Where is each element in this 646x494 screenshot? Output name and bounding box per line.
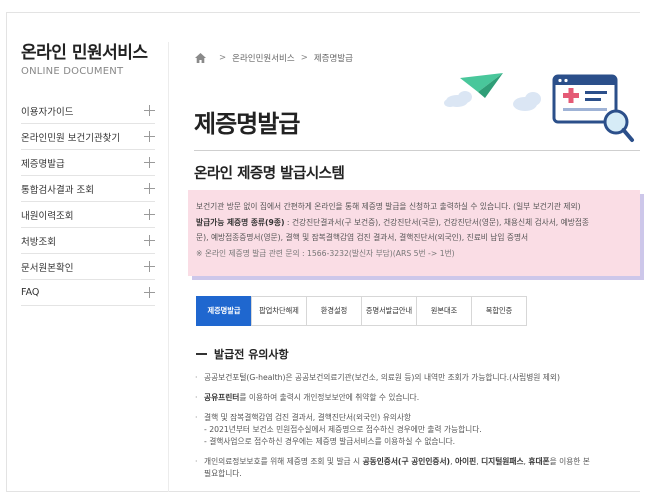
tab-bar: 제증명발급 팝업차단해제 환경설정 증명서발급안내 원본대조 복합인증 [196, 296, 527, 326]
notice-subtext: - 2021년부터 보건소 민원접수실에서 제증명으로 접수하신 경우에만 출력… [204, 425, 482, 434]
sidebar-subtitle: ONLINE DOCUMENT [21, 66, 124, 77]
info-types-text: : 건강진단결과서(구 보건증), 건강진단서(국문), 건강진단서(영문), … [284, 217, 589, 227]
tab-settings[interactable]: 환경설정 [306, 296, 362, 326]
plus-icon [144, 235, 155, 246]
sidebar-item-label: 내원이력조회 [21, 210, 74, 222]
notice-list: 공공보건포털(G-health)은 공공보건의료기관(보건소, 의료원 등)의 … [194, 372, 644, 488]
service-info-box: 보건기관 방문 없이 집에서 간편하게 온라인을 통해 제증명 발급을 신청하고… [188, 190, 640, 276]
notice-item: 공공보건포털(G-health)은 공공보건의료기관(보건소, 의료원 등)의 … [194, 372, 644, 384]
plus-icon [144, 183, 155, 194]
breadcrumb-level1[interactable]: 온라인민원서비스 [232, 52, 295, 64]
notice-text: 공공보건포털(G-health)은 공공보건의료기관(보건소, 의료원 등)의 … [204, 373, 560, 382]
tab-popup-unblock[interactable]: 팝업차단해제 [251, 296, 307, 326]
sidebar-item-prescriptions[interactable]: 처방조회 [21, 228, 155, 254]
breadcrumb: > 온라인민원서비스 > 제증명발급 [195, 52, 353, 64]
home-icon[interactable] [195, 53, 206, 63]
magnifier-icon [603, 109, 634, 142]
notice-bold: 공유프린터 [204, 393, 240, 402]
sidebar-item-label: 이용자가이드 [21, 106, 74, 118]
info-line: 문), 예방접종증명서(영문), 결핵 및 잠복결핵감염 검진 결과서, 결핵진… [196, 233, 529, 242]
sidebar-item-certificate-issue[interactable]: 제증명발급 [21, 150, 155, 176]
cloud-icon [444, 91, 472, 107]
notice-bold: 아이핀 [454, 457, 477, 466]
sidebar-item-label: 문서원본확인 [21, 262, 74, 274]
info-line: 보건기관 방문 없이 집에서 간편하게 온라인을 통해 제증명 발급을 신청하고… [196, 202, 581, 211]
notice-text: 공유프린터를 이용하여 출력시 개인정보보안에 취약할 수 있습니다. [204, 392, 644, 404]
tab-combined-auth[interactable]: 복합인증 [471, 296, 527, 326]
plus-icon [144, 157, 155, 168]
info-line-types: 발급가능 제증명 종류(9종) : 건강진단결과서(구 보건증), 건강진단서(… [196, 215, 634, 231]
sidebar-item-label: FAQ [21, 287, 40, 298]
notice-bold: 휴대폰 [528, 457, 550, 466]
plus-icon [144, 209, 155, 220]
sidebar-item-test-results[interactable]: 통합검사결과 조회 [21, 176, 155, 202]
page-title: 제증명발급 [194, 110, 300, 138]
sidebar-item-document-verify[interactable]: 문서원본확인 [21, 254, 155, 280]
sidebar-item-user-guide[interactable]: 이용자가이드 [21, 98, 155, 124]
sidebar: 온라인 민원서비스 ONLINE DOCUMENT 이용자가이드 온라인민원 보… [21, 38, 155, 306]
tab-issue-guide[interactable]: 증명서발급안내 [361, 296, 417, 326]
notice-item: 개인의료정보보호를 위해 제증명 조회 및 발급 시 공동인증서(구 공인인증서… [194, 456, 644, 480]
notice-bold: 공동인증서(구 공인인증서) [362, 457, 451, 466]
plus-icon [144, 131, 155, 142]
title-divider [194, 150, 640, 151]
notice-text-part: 을 이용한 본 [549, 457, 590, 466]
notice-text-part: 개인의료정보보호를 위해 제증명 조회 및 발급 시 [204, 457, 363, 466]
notice-title-text: 발급전 유의사항 [214, 348, 289, 361]
notice-subtext: - 결핵사업으로 접수하신 경우에는 제증명 발급서비스를 이용하실 수 없습니… [204, 437, 456, 446]
breadcrumb-level2[interactable]: 제증명발급 [314, 52, 353, 64]
plus-icon [144, 261, 155, 272]
plus-icon [144, 105, 155, 116]
dash-icon [196, 353, 207, 355]
cloud-icon [513, 92, 541, 111]
plus-icon [144, 287, 155, 298]
sidebar-title: 온라인 민원서비스 [21, 43, 148, 63]
section-title: 온라인 제증명 발급시스템 [194, 166, 345, 182]
breadcrumb-separator: > [219, 53, 227, 63]
certificate-illustration [444, 73, 634, 142]
sidebar-menu: 이용자가이드 온라인민원 보건기관찾기 제증명발급 통합검사결과 조회 내원이력… [21, 98, 155, 306]
tab-certificate-issue[interactable]: 제증명발급 [196, 296, 252, 326]
sidebar-item-faq[interactable]: FAQ [21, 280, 155, 306]
notice-text: 개인의료정보보호를 위해 제증명 조회 및 발급 시 공동인증서(구 공인인증서… [204, 456, 644, 468]
notice-text: 필요합니다. [204, 469, 242, 478]
notice-title: 발급전 유의사항 [196, 346, 289, 362]
notice-text: 결핵 및 잠복결핵감염 검진 결과서, 결핵진단서(외국인) 유의사항 [204, 413, 411, 422]
info-contact-note: ※ 온라인 제증명 발급 관련 문의 : 1566-3232(발신자 부담)(A… [196, 248, 455, 258]
info-types-label: 발급가능 제증명 종류(9종) [196, 217, 285, 227]
breadcrumb-separator: > [300, 53, 308, 63]
notice-item: 공유프린터를 이용하여 출력시 개인정보보안에 취약할 수 있습니다. [194, 392, 644, 404]
notice-text-rest: 를 이용하여 출력시 개인정보보안에 취약할 수 있습니다. [239, 393, 420, 402]
tab-original-compare[interactable]: 원본대조 [416, 296, 472, 326]
sidebar-item-label: 통합검사결과 조회 [21, 184, 94, 196]
sidebar-item-find-health-center[interactable]: 온라인민원 보건기관찾기 [21, 124, 155, 150]
sidebar-item-label: 제증명발급 [21, 158, 65, 170]
sidebar-item-visit-history[interactable]: 내원이력조회 [21, 202, 155, 228]
notice-item: 결핵 및 잠복결핵감염 검진 결과서, 결핵진단서(외국인) 유의사항 - 20… [194, 412, 644, 448]
notice-bold: 디지털원패스 [481, 457, 524, 466]
sidebar-divider [168, 42, 169, 492]
sidebar-item-label: 처방조회 [21, 236, 56, 248]
sidebar-item-label: 온라인민원 보건기관찾기 [21, 132, 121, 144]
